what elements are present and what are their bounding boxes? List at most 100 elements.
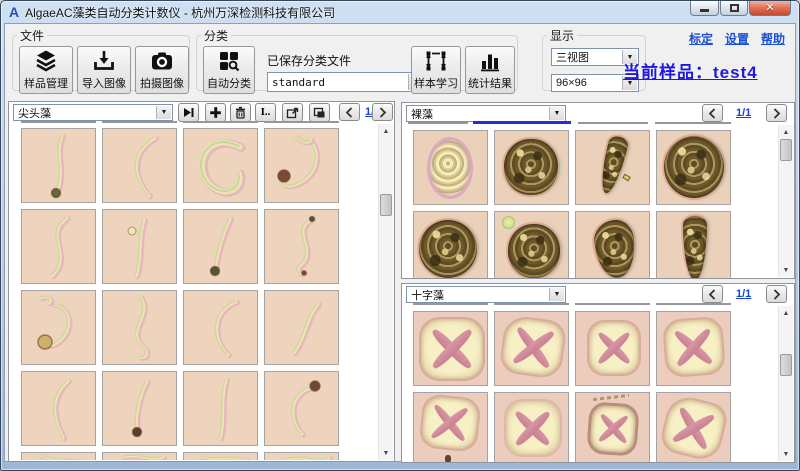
next-page-button[interactable] bbox=[766, 104, 787, 122]
scrollbar-bottom-right-panel[interactable]: ▲ ▼ bbox=[778, 306, 793, 461]
algae-filament-image bbox=[265, 453, 339, 460]
rename-button[interactable]: I.. bbox=[255, 103, 276, 122]
algae-thumbnail[interactable] bbox=[102, 371, 177, 446]
algae-thumbnail[interactable] bbox=[21, 209, 96, 284]
page-indicator-link[interactable]: 1/1 bbox=[736, 107, 751, 119]
thumbnail-grid-bottom-right bbox=[413, 311, 733, 463]
algae-thumbnail[interactable] bbox=[264, 209, 339, 284]
scroll-thumb[interactable] bbox=[780, 354, 792, 376]
scroll-down-icon[interactable]: ▼ bbox=[379, 446, 393, 460]
import-image-button[interactable]: 导入图像 bbox=[77, 46, 131, 94]
next-page-button[interactable] bbox=[372, 103, 393, 121]
algae-thumbnail[interactable] bbox=[264, 128, 339, 203]
page-indicator-link[interactable]: 1/1 bbox=[736, 288, 751, 300]
chevron-left-icon bbox=[707, 107, 718, 120]
column-mark bbox=[413, 303, 488, 305]
algae-thumbnail[interactable] bbox=[21, 371, 96, 446]
sample-learn-icon bbox=[424, 49, 448, 73]
export-button[interactable] bbox=[282, 103, 303, 122]
scroll-down-icon[interactable]: ▼ bbox=[779, 263, 793, 277]
algae-thumbnail[interactable] bbox=[183, 209, 258, 284]
dropdown-arrow-icon: ▼ bbox=[549, 107, 564, 120]
prev-page-button[interactable] bbox=[702, 104, 723, 122]
prev-page-button[interactable] bbox=[702, 285, 723, 303]
capture-image-button[interactable]: 拍摄图像 bbox=[135, 46, 189, 94]
algae-thumbnail[interactable] bbox=[656, 392, 731, 463]
app-window: A AlgaeAC藻类自动分类计数仪 - 杭州万深检测科技有限公司 ✕ 文件 样… bbox=[0, 0, 800, 471]
algae-detail bbox=[622, 174, 631, 182]
algae-thumbnail[interactable] bbox=[494, 211, 569, 278]
calibrate-link[interactable]: 标定 bbox=[689, 30, 713, 47]
algae-thumbnail[interactable] bbox=[264, 452, 339, 460]
algae-thumbnail[interactable] bbox=[575, 130, 650, 205]
play-next-button[interactable] bbox=[178, 103, 199, 122]
close-button[interactable]: ✕ bbox=[749, 1, 791, 16]
algae-thumbnail[interactable] bbox=[21, 452, 96, 460]
scrollbar-left-panel[interactable]: ▲ ▼ bbox=[378, 124, 393, 460]
algae-thumbnail[interactable] bbox=[413, 211, 488, 278]
scroll-down-icon[interactable]: ▼ bbox=[779, 447, 793, 461]
minimize-button[interactable] bbox=[690, 1, 719, 16]
scrollbar-top-right-panel[interactable]: ▲ ▼ bbox=[778, 125, 793, 277]
algae-thumbnail[interactable] bbox=[413, 311, 488, 386]
algae-thumbnail[interactable] bbox=[183, 452, 258, 460]
sample-manage-button[interactable]: 样品管理 bbox=[19, 46, 73, 94]
species-select-left[interactable]: 尖头藻 ▼ bbox=[13, 104, 173, 121]
stats-result-button[interactable]: 统计结果 bbox=[465, 46, 515, 94]
algae-thumbnail[interactable] bbox=[183, 290, 258, 365]
algae-thumbnail[interactable] bbox=[102, 209, 177, 284]
species-select-bottom-right[interactable]: 十字藻 ▼ bbox=[406, 286, 566, 303]
algae-thumbnail[interactable] bbox=[102, 128, 177, 203]
algae-thumbnail[interactable] bbox=[102, 452, 177, 460]
algae-thumbnail[interactable] bbox=[656, 130, 731, 205]
algae-filament-image bbox=[184, 210, 258, 284]
algae-detail bbox=[445, 455, 451, 463]
algae-thumbnail[interactable] bbox=[575, 392, 650, 463]
saved-files-label: 已保存分类文件 bbox=[267, 52, 351, 69]
algae-thumbnail[interactable] bbox=[413, 392, 488, 463]
camera-icon bbox=[150, 49, 174, 73]
algae-thumbnail[interactable] bbox=[656, 211, 731, 278]
algae-thumbnail[interactable] bbox=[21, 128, 96, 203]
species-select-top-right[interactable]: 裸藻 ▼ bbox=[406, 105, 566, 122]
scroll-up-icon[interactable]: ▲ bbox=[379, 124, 393, 138]
scroll-thumb[interactable] bbox=[380, 194, 392, 216]
scroll-up-icon[interactable]: ▲ bbox=[779, 125, 793, 139]
algae-thumbnail[interactable] bbox=[102, 290, 177, 365]
algae-thumbnail[interactable] bbox=[264, 371, 339, 446]
algae-thumbnail[interactable] bbox=[183, 371, 258, 446]
settings-link[interactable]: 设置 bbox=[725, 30, 749, 47]
algae-thumbnail[interactable] bbox=[656, 311, 731, 386]
scroll-thumb[interactable] bbox=[780, 139, 792, 161]
saved-file-select[interactable]: standard ▼ bbox=[267, 72, 425, 92]
auto-classify-button[interactable]: 自动分类 bbox=[203, 46, 255, 94]
algae-thumbnail[interactable] bbox=[413, 130, 488, 205]
add-button[interactable] bbox=[205, 103, 226, 122]
selected-column-mark bbox=[473, 121, 571, 124]
prev-page-button[interactable] bbox=[339, 103, 360, 121]
maximize-icon bbox=[730, 4, 739, 12]
close-icon: ✕ bbox=[765, 3, 774, 14]
copy-to-button[interactable] bbox=[309, 103, 330, 122]
algae-thumbnail[interactable] bbox=[575, 211, 650, 278]
delete-button[interactable] bbox=[230, 103, 251, 122]
column-mark bbox=[655, 122, 731, 124]
algae-thumbnail[interactable] bbox=[264, 290, 339, 365]
maximize-button[interactable] bbox=[720, 1, 748, 16]
algae-thumbnail[interactable] bbox=[494, 392, 569, 463]
algae-thumbnail[interactable] bbox=[494, 311, 569, 386]
current-sample[interactable]: 当前样品：test4 bbox=[623, 58, 758, 83]
sample-learn-button[interactable]: 样本学习 bbox=[411, 46, 461, 94]
scroll-up-icon[interactable]: ▲ bbox=[779, 306, 793, 320]
titlebar[interactable]: A AlgaeAC藻类自动分类计数仪 - 杭州万深检测科技有限公司 ✕ bbox=[1, 1, 799, 23]
help-link[interactable]: 帮助 bbox=[761, 30, 785, 47]
algae-thumbnail[interactable] bbox=[575, 311, 650, 386]
next-page-button[interactable] bbox=[766, 285, 787, 303]
algae-thumbnail[interactable] bbox=[494, 130, 569, 205]
algae-thumbnail[interactable] bbox=[21, 290, 96, 365]
column-mark bbox=[21, 121, 96, 123]
algae-filament-image bbox=[103, 210, 177, 284]
algae-filament-image bbox=[103, 453, 177, 460]
dropdown-arrow-icon: ▼ bbox=[156, 106, 171, 119]
algae-thumbnail[interactable] bbox=[183, 128, 258, 203]
